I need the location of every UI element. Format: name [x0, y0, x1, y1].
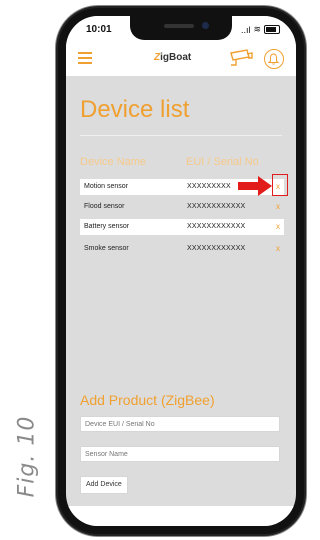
notification-bell-icon[interactable]	[264, 49, 284, 69]
device-name: Flood sensor	[84, 203, 125, 210]
figure-label: Fig. 10	[10, 408, 44, 504]
front-camera	[202, 22, 209, 29]
pointer-arrow-icon	[238, 176, 272, 196]
device-eui: XXXXXXXXXXXX	[187, 245, 246, 252]
device-row-smoke[interactable]: Smoke sensor XXXXXXXXXXXX x	[80, 241, 284, 257]
wifi-icon: ≋	[253, 24, 261, 34]
title-divider	[80, 135, 282, 136]
status-time: 10:01	[86, 24, 112, 35]
delete-device-button[interactable]: x	[276, 244, 280, 253]
bottom-strip	[66, 506, 296, 526]
battery-icon	[264, 25, 280, 34]
device-name: Smoke sensor	[84, 245, 129, 252]
device-name: Motion sensor	[84, 183, 128, 190]
device-row-battery[interactable]: Battery sensor XXXXXXXXXXXX x	[80, 219, 284, 235]
add-product-title: Add Product (ZigBee)	[80, 392, 215, 408]
delete-highlight-box	[272, 174, 288, 196]
app-logo: ZigBoat	[154, 52, 192, 63]
figure-label-text: Fig. 10	[14, 415, 40, 497]
device-eui: XXXXXXXXXXXX	[187, 223, 246, 230]
device-eui: XXXXXXXXX	[187, 183, 231, 190]
add-device-button[interactable]: Add Device	[80, 476, 128, 494]
phone-screen: 10:01 ..ıl ≋ ZigBoat Device list Device …	[66, 16, 296, 526]
column-header-eui: EUI / Serial No	[186, 156, 259, 168]
app-header: ZigBoat	[66, 42, 296, 77]
signal-icon: ..ıl	[240, 24, 251, 35]
delete-device-button[interactable]: x	[276, 202, 280, 211]
device-name: Battery sensor	[84, 223, 130, 230]
system-icons: ..ıl ≋	[241, 24, 280, 35]
device-eui-input[interactable]	[80, 416, 280, 432]
delete-device-button[interactable]: x	[276, 222, 280, 231]
sensor-name-input[interactable]	[80, 446, 280, 462]
device-eui: XXXXXXXXXXXX	[187, 203, 246, 210]
phone-frame: 10:01 ..ıl ≋ ZigBoat Device list Device …	[58, 8, 304, 534]
speaker-grille	[164, 24, 194, 28]
column-header-device-name: Device Name	[80, 156, 147, 168]
phone-notch	[130, 16, 232, 40]
security-camera-icon[interactable]	[228, 48, 254, 68]
menu-icon[interactable]	[78, 52, 92, 64]
device-row-flood[interactable]: Flood sensor XXXXXXXXXXXX x	[80, 199, 284, 215]
page-title: Device list	[80, 96, 190, 123]
